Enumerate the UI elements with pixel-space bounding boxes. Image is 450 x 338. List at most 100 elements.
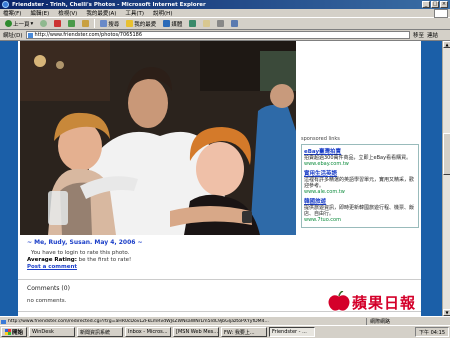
menu-bar: 檔案(F) 編輯(E) 檢視(V) 我的最愛(A) 工具(T) 說明(H) [0,9,450,18]
stop-button[interactable] [52,20,63,27]
media-button[interactable]: 媒體 [161,20,184,28]
taskbar-item[interactable]: FW: 我要上... [221,327,268,337]
menu-edit[interactable]: 編輯(E) [30,9,49,17]
menu-tools[interactable]: 工具(T) [125,9,144,17]
search-icon [100,20,108,27]
edit-icon [231,20,239,27]
status-bar: http://www.friendster.com/redirected.cgi… [0,316,450,325]
ie-status-icon [1,319,6,324]
menu-favorites[interactable]: 我的最愛(A) [86,9,116,17]
ad-item: 韓國旅遊 提供旅遊資訊，即時更新韓國旅遊行程、機票、飯店、自由行。 www.7t… [304,197,416,223]
scroll-thumb[interactable] [443,133,450,175]
start-label: 開始 [12,330,24,336]
ad-title-link[interactable]: 韓國旅遊 [304,197,416,205]
rate-login-prompt: You have to login to rate this photo. [31,250,130,256]
history-button[interactable] [187,20,198,27]
sponsored-links: sponsored links eBay臺灣拍賣 拍賣超過300萬件商品，立即上… [301,136,419,228]
average-rating: Average Rating: be the first to rate! [27,257,297,263]
links-button[interactable]: 連結 [427,31,438,39]
no-comments-text: no comments. [27,298,67,304]
ad-url[interactable]: www.ale.com.tw [304,189,416,195]
ie-icon [2,1,9,8]
ad-title-link[interactable]: 實用生活英語 [304,169,416,177]
home-button[interactable] [80,20,91,27]
windows-flag-icon [5,329,11,335]
taskbar-item[interactable]: WinDesk [29,327,76,337]
go-button[interactable]: 移至 [413,31,424,39]
edit-button[interactable] [229,20,240,27]
print-button[interactable] [215,20,226,27]
toolbar-separator [94,19,96,28]
ad-item: 實用生活英語 這裡有許多精選的英語學習單元，實用又精采，歡迎參考。 www.al… [304,169,416,195]
refresh-button[interactable] [66,20,77,27]
scroll-down-button[interactable]: ▼ [443,309,450,316]
history-icon [189,20,197,27]
security-zone: 網際網路 [366,317,390,325]
media-icon [163,20,171,27]
party-photo[interactable] [20,41,296,235]
taskbar-item[interactable]: [MSN Web Mes... [173,327,220,337]
favorites-button[interactable]: 我的最愛 [124,20,158,28]
menu-file[interactable]: 檔案(F) [3,9,21,17]
chevron-down-icon: ▾ [30,20,34,27]
page-icon [27,33,33,38]
scroll-up-button[interactable]: ▲ [443,41,450,48]
ad-description: 這裡有許多精選的英語學習單元，實用又精采，歡迎參考。 [304,177,415,189]
browser-viewport: sponsored links eBay臺灣拍賣 拍賣超過300萬件商品，立即上… [0,41,442,316]
ad-item: eBay臺灣拍賣 拍賣超過300萬件商品，立即上eBay看看購買。 www.eb… [304,147,416,167]
status-url-text: http://www.friendster.com/redirected.cgi… [8,318,269,324]
menu-help[interactable]: 說明(H) [153,9,172,17]
comments-heading: Comments (0) [27,285,70,292]
toolbar: 上一頁 ▾ 搜尋 我的最愛 媒體 [0,18,450,30]
url-input[interactable]: http://www.friendster.com/photos/7065186 [25,31,410,39]
mail-button[interactable] [201,20,212,27]
menu-view[interactable]: 檢視(V) [58,9,77,17]
taskbar-item[interactable]: Inbox - Micros... [125,327,172,337]
apple-icon [327,291,351,312]
back-label: 上一頁 [13,21,30,28]
stop-icon [54,20,62,27]
average-rating-value: be the first to rate! [78,257,132,263]
maximize-button[interactable]: □ [431,1,439,8]
search-label: 搜尋 [108,21,120,28]
taskbar-item[interactable]: 新聞資訊系統 [77,327,124,337]
post-comment-link[interactable]: Post a comment [27,264,297,270]
favorites-label: 我的最愛 [134,21,157,28]
ad-url[interactable]: www.ebay.com.tw [304,161,416,167]
search-button[interactable]: 搜尋 [98,20,121,28]
taskbar-item-active[interactable]: Friendster - ... [269,327,316,337]
printer-icon [217,20,225,27]
status-url: http://www.friendster.com/redirected.cgi… [0,319,360,324]
back-arrow-icon [5,20,12,27]
title-bar: Friendster - Trinh, Chelli's Photos - Mi… [0,0,450,9]
vertical-scrollbar[interactable]: ▲ ▼ [442,41,450,316]
address-label: 網址(D) [3,33,23,39]
comments-section: Comments (0) no comments. [27,285,70,304]
photo-illustration [20,41,296,235]
media-label: 媒體 [171,21,183,28]
address-bar: 網址(D) http://www.friendster.com/photos/7… [0,30,450,41]
close-button[interactable]: × [440,1,448,8]
photo-caption: ~ Me, Rudy, Susan. May 4, 2006 ~ [27,239,143,246]
average-rating-label: Average Rating: [27,257,77,263]
url-text: http://www.friendster.com/photos/7065186 [34,32,143,38]
window-controls: _ □ × [422,1,448,8]
start-button[interactable]: 開始 [1,327,28,337]
windows-logo-icon [434,9,448,18]
forward-button[interactable] [38,20,49,27]
ad-title-link[interactable]: eBay臺灣拍賣 [304,147,416,155]
apple-daily-logo: 蘋果日報 [326,291,416,313]
ad-box: eBay臺灣拍賣 拍賣超過300萬件商品，立即上eBay看看購買。 www.eb… [301,144,419,228]
system-tray-clock: 下午 04:15 [415,327,449,337]
forward-arrow-icon [40,20,48,27]
ad-url[interactable]: www.7tuo.com [304,217,416,223]
watermark-text: 蘋果日報 [352,293,417,312]
star-icon [126,20,134,27]
sponsored-header: sponsored links [301,136,340,142]
photo-page: sponsored links eBay臺灣拍賣 拍賣超過300萬件商品，立即上… [18,41,421,316]
minimize-button[interactable]: _ [422,1,430,8]
back-button[interactable]: 上一頁 ▾ [3,20,35,28]
home-icon [82,20,90,27]
window-title: Friendster - Trinh, Chelli's Photos - Mi… [12,1,206,8]
mail-icon [203,20,211,27]
